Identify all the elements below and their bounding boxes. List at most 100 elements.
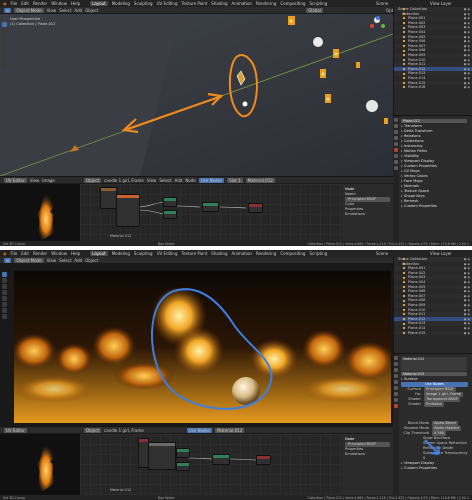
field-shader-2[interactable]: Shader Emission — [401, 402, 472, 407]
node-editor-type[interactable]: Object — [84, 427, 102, 433]
menu-render[interactable]: Render — [33, 251, 47, 256]
slot-dropdown[interactable]: Slot 1 — [227, 177, 243, 183]
use-nodes-toggle[interactable]: Use Nodes — [186, 427, 213, 433]
image-image-menu[interactable]: Image — [42, 178, 55, 183]
mix-shader-node[interactable] — [163, 197, 177, 207]
material-slot-list[interactable]: Material.012 — [401, 357, 467, 371]
transparent-bsdf-node[interactable] — [176, 462, 190, 471]
rotate-tool-icon[interactable] — [2, 290, 7, 295]
scene-tab-icon[interactable] — [394, 136, 398, 140]
object-tab-icon[interactable] — [394, 148, 398, 152]
outliner-item[interactable]: Plane.015 — [394, 330, 472, 336]
material-dropdown[interactable]: Material.012 — [215, 427, 245, 433]
object-tab-icon[interactable] — [394, 386, 398, 390]
tab-texture-paint[interactable]: Texture Paint — [181, 1, 207, 6]
blender-logo-icon[interactable]: ◉ — [3, 251, 7, 256]
sidebar-emulations[interactable]: Emulations — [342, 452, 393, 457]
world-tab-icon[interactable] — [394, 142, 398, 146]
tab-shading[interactable]: Shading — [211, 1, 227, 6]
view-layer-selector[interactable]: View Layer — [430, 1, 452, 6]
output-tab-icon[interactable] — [394, 368, 398, 372]
menu-edit[interactable]: Edit — [21, 251, 29, 256]
data-tab-icon[interactable] — [394, 398, 398, 402]
menu-object[interactable]: Object — [85, 258, 98, 263]
menu-object[interactable]: Object — [85, 8, 98, 13]
tab-animation[interactable]: Animation — [232, 251, 252, 256]
node-image-name[interactable]: candle 1 girl, Frame — [104, 178, 144, 183]
tab-sculpting[interactable]: Sculpting — [134, 1, 153, 6]
scene-selector[interactable]: Scene — [376, 251, 388, 256]
view-layer-selector[interactable]: View Layer — [430, 251, 452, 256]
menu-render[interactable]: Render — [33, 1, 47, 6]
world-tab-icon[interactable] — [394, 380, 398, 384]
emission-node[interactable] — [212, 454, 230, 465]
menu-help[interactable]: Help — [71, 1, 80, 6]
cursor-tool-icon[interactable] — [2, 28, 7, 33]
material-tab-icon[interactable] — [394, 404, 398, 408]
menu-add[interactable]: Add — [74, 8, 82, 13]
orientation-dropdown[interactable]: Global — [306, 7, 323, 13]
select-tool-icon[interactable] — [2, 272, 7, 277]
cursor-tool-icon[interactable] — [2, 278, 7, 283]
render-tab-icon[interactable] — [394, 362, 398, 366]
material-tab-icon[interactable] — [394, 166, 398, 170]
menu-select[interactable]: Select — [59, 8, 71, 13]
tab-uv-editing[interactable]: UV Editing — [157, 1, 178, 6]
menu-select[interactable]: Select — [59, 258, 71, 263]
menu-help[interactable]: Help — [71, 251, 80, 256]
3d-viewport[interactable]: User Perspective (1) Collection | Plane.… — [0, 14, 393, 176]
menu-file[interactable]: File — [11, 251, 18, 256]
sidebar-emulations[interactable]: Emulations — [342, 212, 393, 217]
node-editor-type[interactable]: Object — [84, 177, 102, 183]
select-tool-icon[interactable] — [2, 22, 7, 27]
data-tab-icon[interactable] — [394, 160, 398, 164]
material-name-field[interactable]: Material.012 — [401, 372, 467, 376]
emission-node[interactable] — [202, 202, 219, 212]
tab-rendering[interactable]: Rendering — [256, 1, 276, 6]
material-dropdown[interactable]: Material.012 — [245, 177, 275, 183]
material-output-node[interactable] — [248, 203, 263, 213]
transform-tool-icon[interactable] — [2, 302, 7, 307]
rotate-tool-icon[interactable] — [2, 40, 7, 45]
tab-scripting[interactable]: Scripting — [309, 251, 327, 256]
tab-layout[interactable]: Layout — [90, 251, 108, 256]
mode-dropdown[interactable]: Object Mode — [14, 7, 44, 13]
tab-compositing[interactable]: Compositing — [280, 251, 305, 256]
principled-bsdf-node[interactable] — [148, 442, 176, 470]
measure-tool-icon[interactable] — [2, 64, 7, 69]
section-custom-properties[interactable]: Custom Properties — [401, 466, 472, 471]
tab-rendering[interactable]: Rendering — [256, 251, 276, 256]
tab-scripting[interactable]: Scripting — [309, 1, 327, 6]
principled-bsdf-node[interactable] — [116, 194, 140, 227]
section-custom-properties-data[interactable]: Custom Properties — [401, 204, 472, 209]
move-tool-icon[interactable] — [2, 284, 7, 289]
modifier-tab-icon[interactable] — [394, 154, 398, 158]
menu-edit[interactable]: Edit — [21, 1, 29, 6]
image-preview[interactable] — [0, 434, 80, 495]
menu-view[interactable]: View — [47, 258, 57, 263]
tab-uv-editing[interactable]: UV Editing — [157, 251, 178, 256]
tab-compositing[interactable]: Compositing — [280, 1, 305, 6]
uv-editor-dropdown[interactable]: UV Editor — [4, 427, 27, 433]
tab-modeling[interactable]: Modeling — [112, 251, 130, 256]
node-canvas[interactable]: Material.012 — [80, 434, 342, 495]
tool-tab-icon[interactable] — [394, 118, 398, 122]
node-image-name[interactable]: candle 1 girl, Frame — [104, 428, 144, 433]
mode-dropdown[interactable]: Object Mode — [14, 257, 44, 263]
node-node-menu[interactable]: Node — [185, 178, 195, 183]
mix-shader-node[interactable] — [176, 448, 190, 458]
tab-modeling[interactable]: Modeling — [112, 1, 130, 6]
output-tab-icon[interactable] — [394, 130, 398, 134]
menu-add[interactable]: Add — [74, 258, 82, 263]
blender-logo-icon[interactable]: ◉ — [3, 1, 7, 6]
tab-texture-paint[interactable]: Texture Paint — [181, 251, 207, 256]
material-output-node[interactable] — [256, 455, 271, 465]
scale-tool-icon[interactable] — [2, 296, 7, 301]
modifier-tab-icon[interactable] — [394, 392, 398, 396]
scale-tool-icon[interactable] — [2, 46, 7, 51]
menu-window[interactable]: Window — [51, 1, 67, 6]
scene-selector[interactable]: Scene — [376, 1, 388, 6]
editor-type-button[interactable]: ⊞ — [4, 7, 12, 13]
menu-window[interactable]: Window — [51, 251, 67, 256]
move-tool-icon[interactable] — [2, 34, 7, 39]
